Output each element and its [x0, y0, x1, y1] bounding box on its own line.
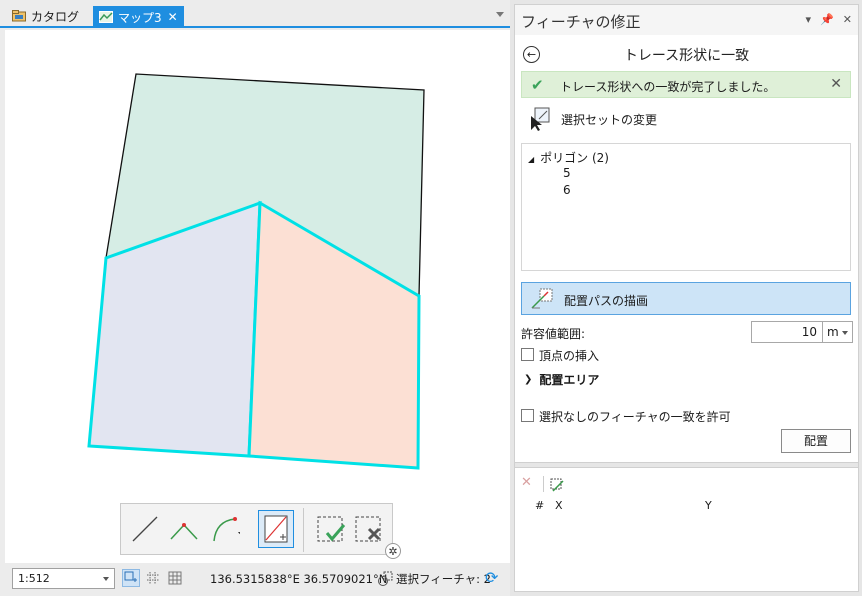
- success-message-text: トレース形状への一致が完了しました。: [560, 80, 776, 94]
- map-canvas[interactable]: [5, 30, 510, 563]
- draw-path-button[interactable]: 配置パスの描画: [521, 282, 851, 315]
- selection-icon: [378, 571, 393, 586]
- status-bar: 1:512 136.5315838°E 36.5709021°N 選択フィーチャ…: [5, 566, 510, 592]
- add-vertex-icon[interactable]: [549, 476, 565, 492]
- success-message: ✔ トレース形状への一致が完了しました。 ✕: [521, 71, 851, 98]
- tree-group-label: ポリゴン (2): [540, 151, 609, 165]
- chevron-right-icon: ❯: [524, 374, 533, 385]
- chevron-down-icon: [103, 577, 109, 581]
- tool-title: トレース形状に一致: [623, 48, 750, 64]
- selection-cursor-icon: [531, 107, 550, 131]
- tolerance-input[interactable]: 10: [751, 321, 823, 343]
- toolbar-separator: [543, 476, 544, 492]
- place-button[interactable]: 配置: [781, 429, 851, 453]
- snapping-button[interactable]: [122, 569, 140, 587]
- map-view: カタログ マップ3 ✕ ✲ 1:512 136.5315838°E 36.570…: [0, 0, 510, 596]
- selection-tree: ◢ ポリゴン (2) 5 6: [521, 143, 851, 271]
- coordinate-readout: 136.5315838°E 36.5709021°N: [210, 572, 388, 586]
- toolbar-separator: [303, 508, 304, 552]
- pin-icon[interactable]: 📌: [820, 13, 834, 26]
- refresh-icon[interactable]: ⟳: [485, 569, 503, 587]
- vertex-grid-toolbar: ✕: [515, 471, 858, 497]
- pane-splitter[interactable]: [515, 462, 858, 468]
- cancel-sketch-icon: [355, 516, 381, 542]
- vertex-grid-header: # X Y: [515, 497, 858, 514]
- insert-vertices-label: 頂点の挿入: [539, 349, 600, 363]
- allow-unselected-checkbox[interactable]: [521, 409, 534, 422]
- placement-area-expander[interactable]: ❯ 配置エリア: [524, 371, 599, 388]
- insert-vertices-checkbox[interactable]: [521, 348, 534, 361]
- tab-list-dropdown-icon[interactable]: [496, 12, 504, 17]
- draw-path-label: 配置パスの描画: [564, 294, 649, 308]
- pane-menu-icon[interactable]: ▾: [806, 13, 812, 26]
- change-selection-label: 選択セットの変更: [561, 112, 658, 127]
- chevron-down-icon: [842, 331, 848, 335]
- grid-snap-button[interactable]: [144, 569, 162, 587]
- draw-path-icon: [531, 288, 553, 309]
- catalog-icon: [12, 10, 26, 22]
- tab-bar: カタログ マップ3 ✕: [0, 0, 510, 28]
- collapse-icon[interactable]: ◢: [528, 155, 534, 164]
- scale-value: 1:512: [18, 572, 50, 585]
- trace-icon: [264, 515, 288, 543]
- close-icon[interactable]: ✕: [843, 13, 852, 26]
- column-header-x: X: [555, 499, 563, 512]
- allow-unselected-label: 選択なしのフィーチャの一致を許可: [539, 410, 731, 424]
- tolerance-unit-select[interactable]: m: [822, 321, 853, 343]
- map-features: [87, 73, 425, 470]
- line-icon: [132, 516, 158, 542]
- constraint-icon: [147, 572, 159, 584]
- pane-title: フィーチャの修正: [521, 13, 641, 31]
- grid-icon: [168, 571, 182, 585]
- close-tab-icon[interactable]: ✕: [168, 10, 178, 24]
- snapping-icon: [124, 571, 137, 582]
- cancel-sketch-button[interactable]: [351, 510, 387, 548]
- trace-tool-button[interactable]: [258, 510, 294, 548]
- tolerance-label: 許容値範囲:: [521, 327, 586, 341]
- tree-group-polygon[interactable]: ◢ ポリゴン (2): [528, 149, 609, 166]
- tab-catalog[interactable]: カタログ: [6, 5, 85, 27]
- line-tool-button[interactable]: [127, 510, 163, 548]
- tab-map3[interactable]: マップ3 ✕: [93, 6, 184, 28]
- map-icon: [99, 11, 113, 23]
- dismiss-message-icon[interactable]: ✕: [830, 76, 842, 92]
- check-icon: ✔: [531, 76, 544, 94]
- tab-catalog-label: カタログ: [31, 9, 80, 24]
- selected-features[interactable]: 選択フィーチャ: 2: [377, 571, 491, 587]
- modify-features-pane: フィーチャの修正 ▾ 📌 ✕ トレース形状に一致 ← ✔ トレース形状への一致が…: [514, 4, 859, 592]
- tolerance-unit-value: m: [827, 325, 839, 339]
- tree-item[interactable]: 5: [563, 166, 571, 180]
- gear-icon[interactable]: ✲: [385, 543, 401, 559]
- finish-sketch-icon: [317, 516, 346, 542]
- tab-map3-label: マップ3: [118, 10, 162, 25]
- selected-features-label: 選択フィーチャ: 2: [396, 572, 492, 586]
- scale-selector[interactable]: 1:512: [12, 568, 115, 589]
- arc-tool-button[interactable]: [206, 510, 242, 548]
- change-selection-button[interactable]: 選択セットの変更: [529, 107, 657, 131]
- edit-tools-toolbar: [120, 503, 393, 555]
- finish-sketch-button[interactable]: [313, 510, 349, 548]
- grid-button[interactable]: [166, 569, 184, 587]
- back-arrow-icon[interactable]: ←: [523, 46, 540, 63]
- tree-item[interactable]: 6: [563, 183, 571, 197]
- column-header-index: #: [535, 499, 545, 512]
- arc-icon: [213, 517, 240, 542]
- placement-area-label: 配置エリア: [539, 373, 600, 387]
- pane-header-buttons: ▾ 📌 ✕: [806, 13, 852, 26]
- angle-icon: [170, 523, 198, 540]
- pane-header: フィーチャの修正 ▾ 📌 ✕: [515, 5, 858, 35]
- column-header-y: Y: [705, 499, 712, 512]
- delete-vertex-icon[interactable]: ✕: [521, 475, 532, 490]
- angle-tool-button[interactable]: [166, 510, 202, 548]
